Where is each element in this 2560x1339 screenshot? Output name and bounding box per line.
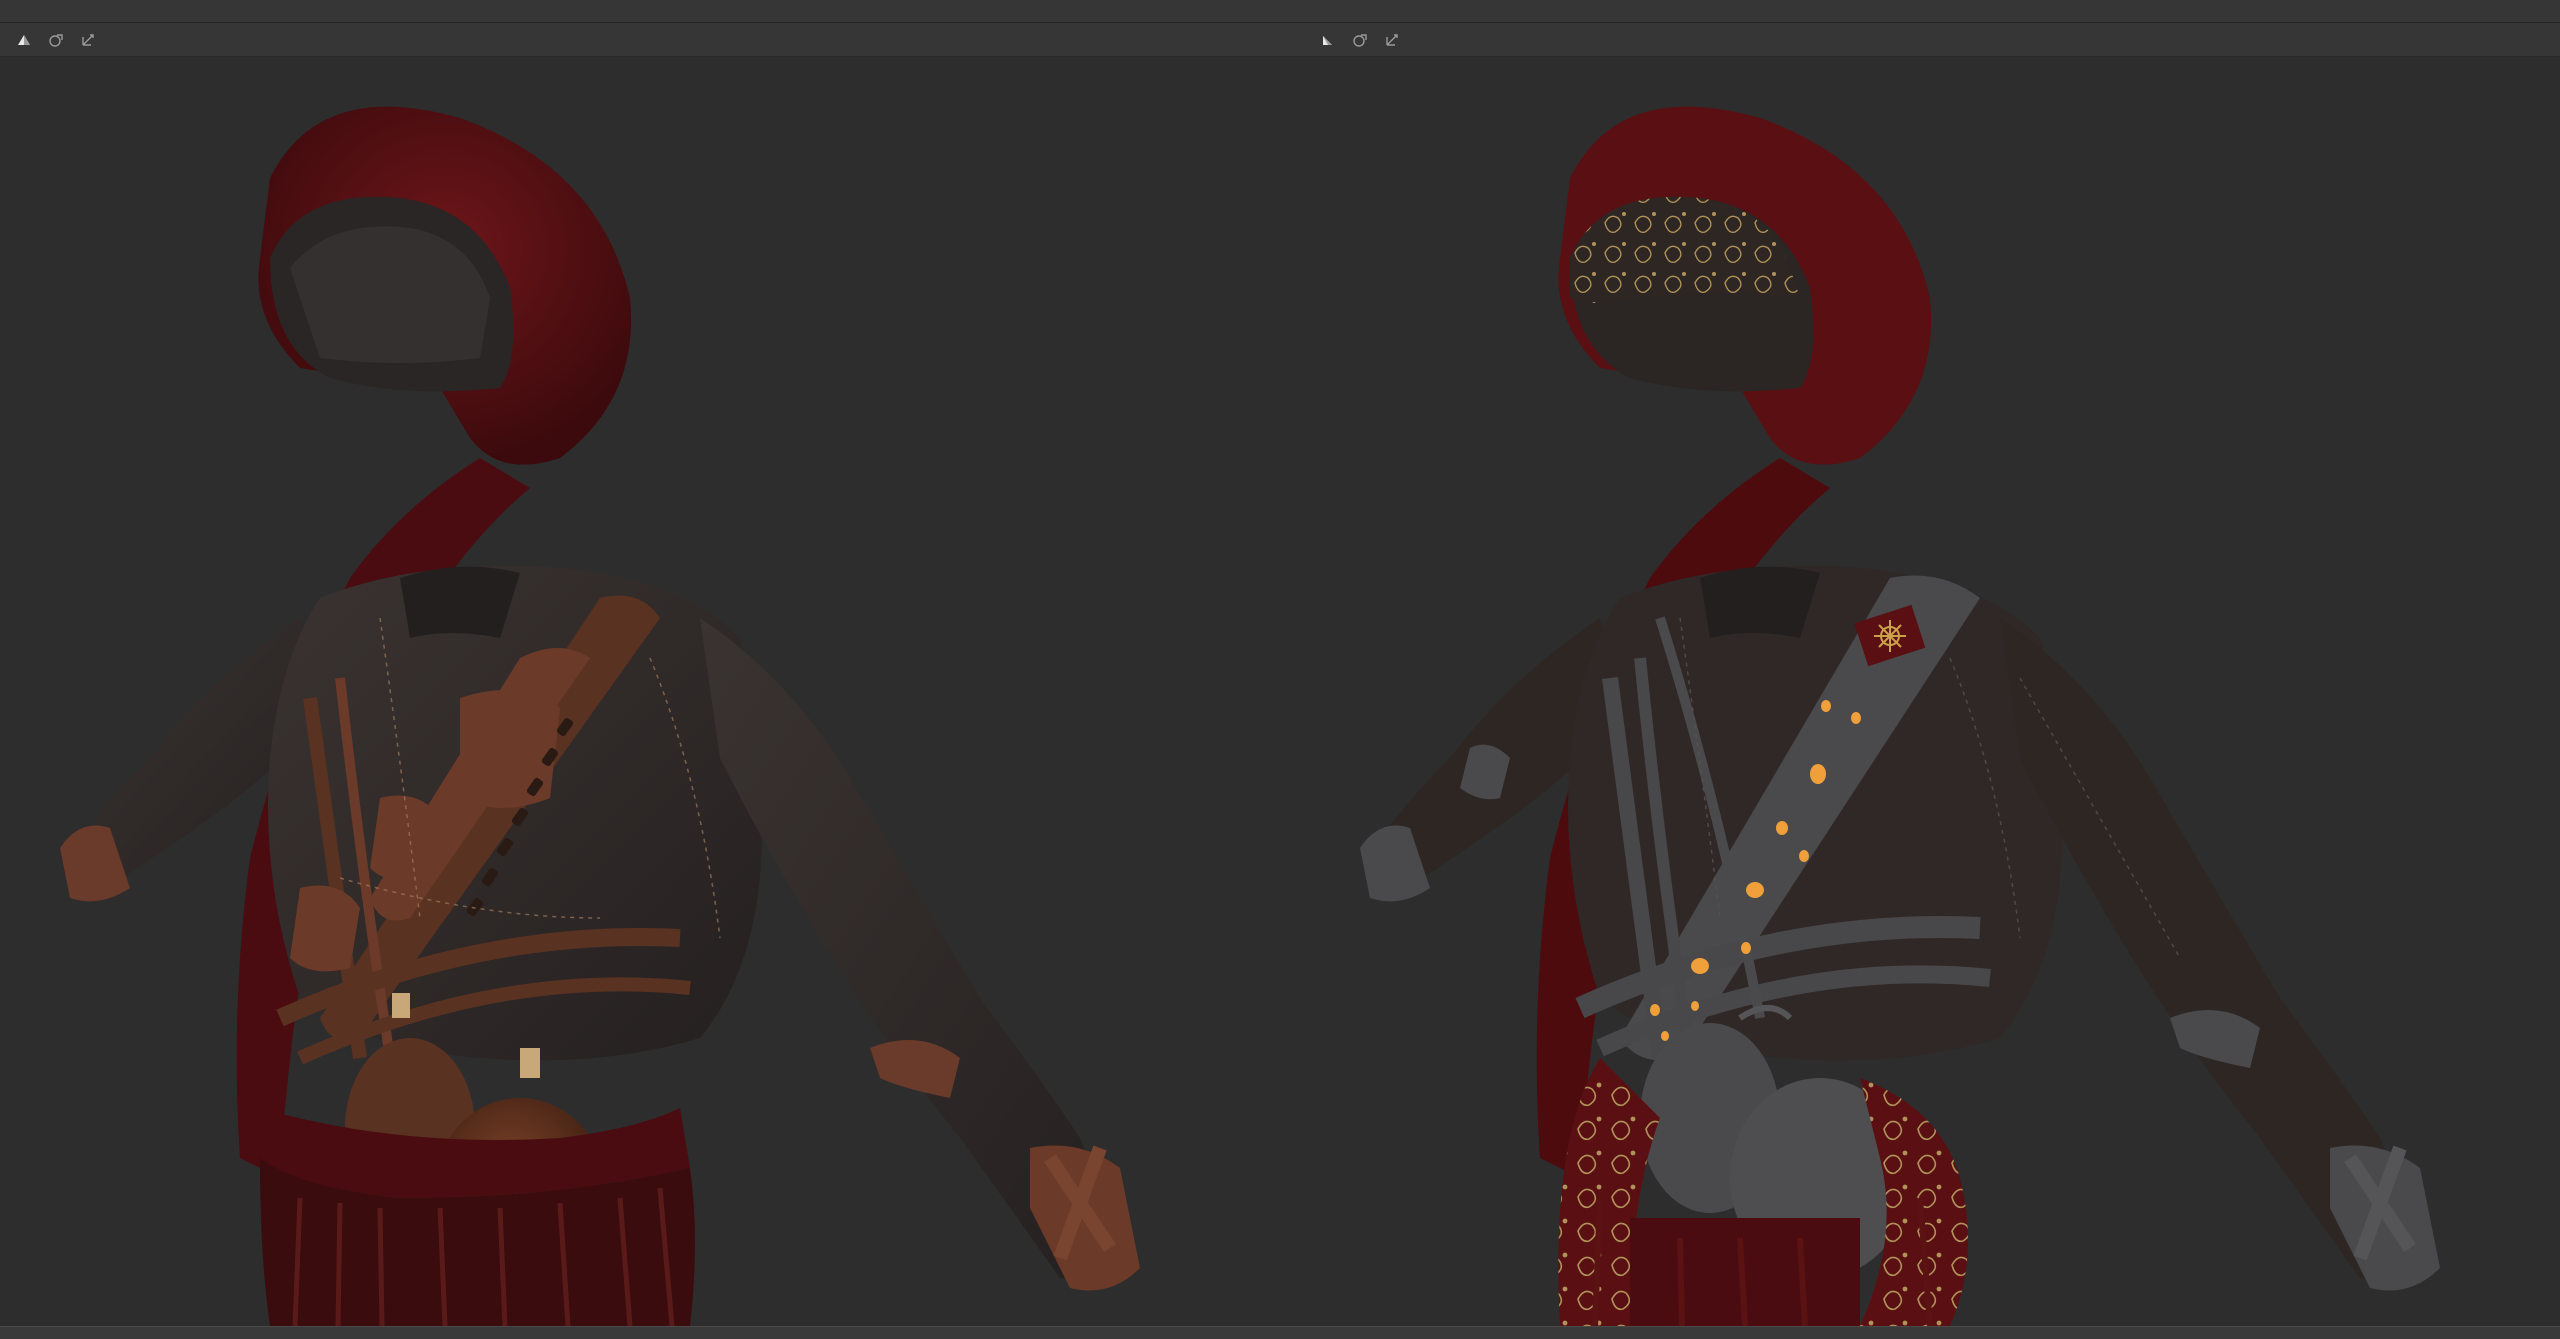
camera-move-icon[interactable]: [1382, 30, 1402, 50]
right-viewport-toolbar: [1300, 23, 2560, 57]
shading-mode-icon[interactable]: [14, 30, 34, 50]
right-3d-viewport[interactable]: [1300, 58, 2560, 1326]
rendered-costume-model: [60, 106, 1140, 1326]
app-window: [0, 0, 2560, 1339]
material-sphere-icon[interactable]: [46, 30, 66, 50]
shading-mode-icon[interactable]: [1318, 30, 1338, 50]
left-viewport-toolbar: [0, 23, 1300, 57]
status-strip: [0, 1326, 2560, 1339]
left-3d-viewport[interactable]: [0, 58, 1300, 1326]
camera-move-icon[interactable]: [78, 30, 98, 50]
material-sphere-icon[interactable]: [1350, 30, 1370, 50]
top-menu-strip: [0, 0, 2560, 23]
material-id-costume-model: [1360, 106, 2440, 1326]
